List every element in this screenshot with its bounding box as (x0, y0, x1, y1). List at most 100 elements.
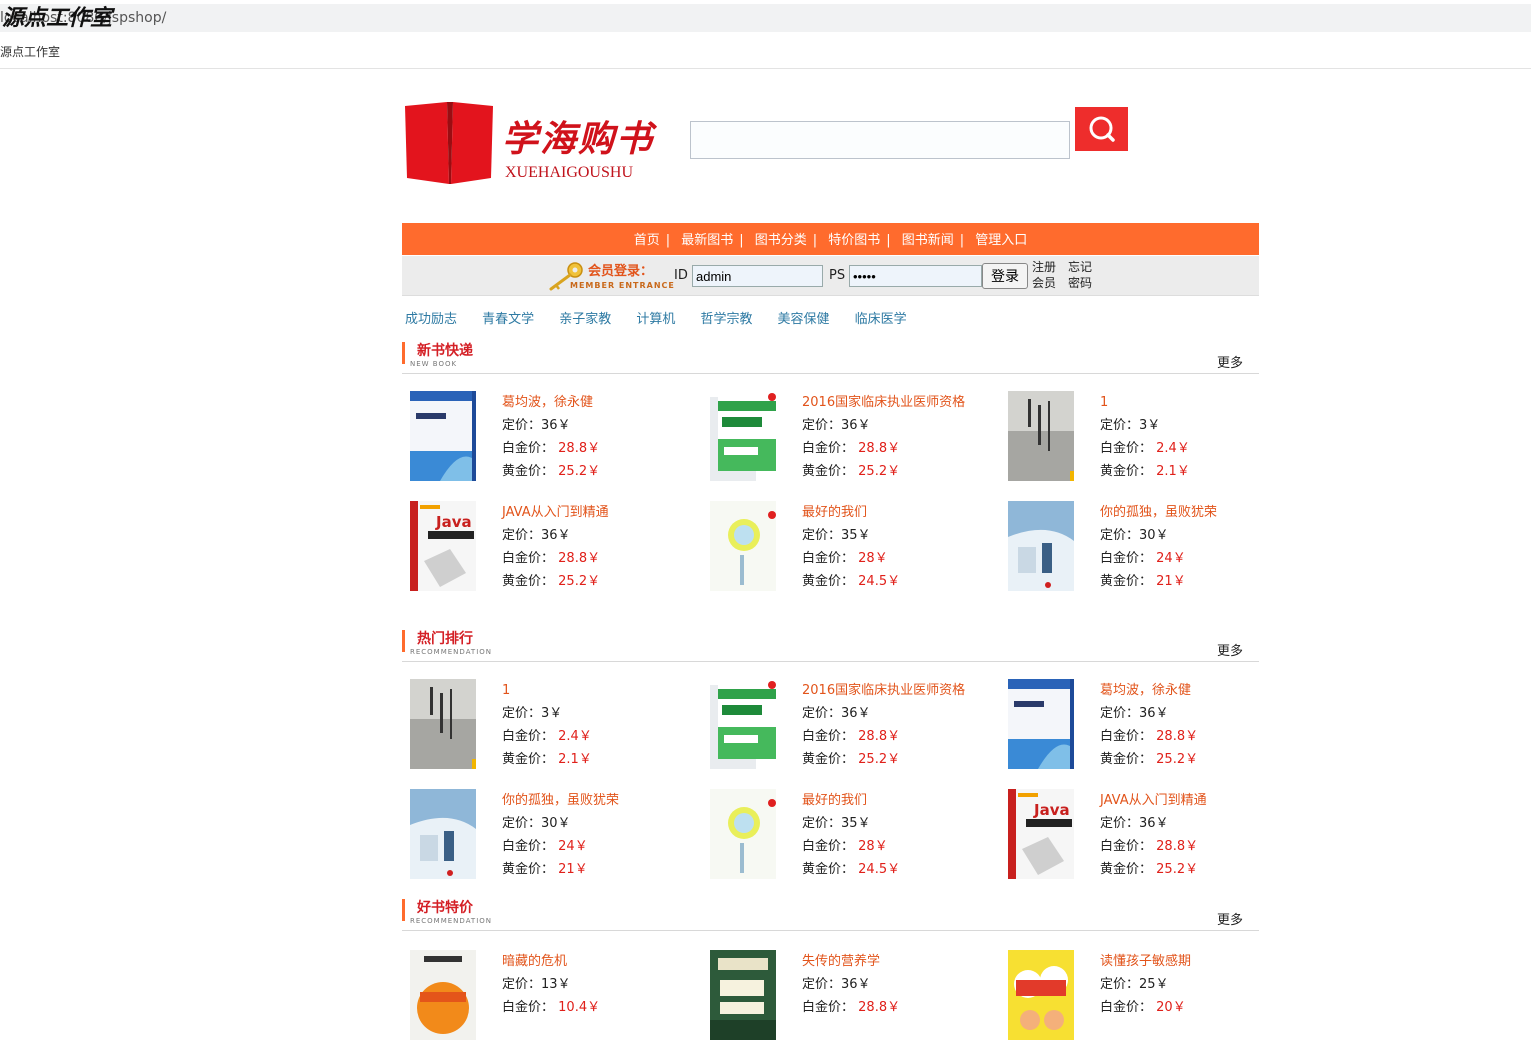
id-label: ID (674, 268, 688, 283)
login-button[interactable]: 登录 (982, 263, 1028, 289)
book-cover-image[interactable] (1008, 950, 1074, 1040)
nav-categories[interactable]: 图书分类 (749, 233, 813, 248)
book-title-link[interactable]: JAVA从入门到精通 (502, 501, 609, 524)
book-cover-image[interactable]: Java (410, 501, 476, 591)
gold-price: 黄金价： 21￥ (1100, 574, 1186, 589)
watermark-text: 源点工作室 (2, 6, 113, 31)
list-price: 定价：36￥ (502, 418, 571, 433)
book-title-link[interactable]: 最好的我们 (802, 501, 900, 524)
platinum-price: 白金价： 24￥ (1100, 551, 1186, 566)
book-item[interactable]: 1 定价：3￥ 白金价： 2.4￥ 黄金价： 2.1￥ (1008, 391, 1298, 487)
book-title-link[interactable]: 你的孤独，虽败犹荣 (502, 789, 619, 812)
more-link[interactable]: 更多 (1217, 640, 1243, 659)
platinum-price: 白金价： 28.8￥ (802, 1000, 901, 1015)
category-link[interactable]: 计算机 (636, 312, 675, 327)
book-item[interactable]: 最好的我们 定价：35￥ 白金价： 28￥ 黄金价： 24.5￥ (710, 501, 1000, 597)
book-cover-image[interactable] (710, 789, 776, 879)
book-item[interactable]: 葛均波，徐永健 定价：36￥ 白金价： 28.8￥ 黄金价： 25.2￥ (1008, 679, 1298, 775)
book-title-link[interactable]: 1 (502, 679, 592, 702)
category-link[interactable]: 青春文学 (482, 312, 534, 327)
section-header-specials: 好书特价 RECOMMENDATION 更多 (402, 897, 1259, 931)
category-link[interactable]: 亲子家教 (559, 312, 611, 327)
book-item[interactable]: 1 定价：3￥ 白金价： 2.4￥ 黄金价： 2.1￥ (410, 679, 700, 775)
login-subtitle: MEMBER ENTRANCE (570, 281, 675, 290)
section-subtitle: RECOMMENDATION (410, 917, 493, 925)
list-price: 定价：35￥ (802, 528, 871, 543)
book-title-link[interactable]: 最好的我们 (802, 789, 900, 812)
book-title-link[interactable]: 2016国家临床执业医师资格 (802, 679, 965, 702)
book-title-link[interactable]: JAVA从入门到精通 (1100, 789, 1207, 812)
book-item[interactable]: 葛均波，徐永健 定价：36￥ 白金价： 28.8￥ 黄金价： 25.2￥ (410, 391, 700, 487)
nav-new-books[interactable]: 最新图书 (675, 233, 739, 248)
book-cover-image[interactable] (710, 950, 776, 1040)
category-link[interactable]: 临床医学 (855, 312, 907, 327)
book-cover-image[interactable] (410, 679, 476, 769)
book-item[interactable]: Java JAVA从入门到精通 定价：36￥ 白金价： 28.8￥ 黄金价： 2… (1008, 789, 1298, 885)
gold-price: 黄金价： 25.2￥ (502, 574, 601, 589)
book-cover-image[interactable] (710, 501, 776, 591)
book-cover-image[interactable] (1008, 391, 1074, 481)
book-title-link[interactable]: 暗藏的危机 (502, 950, 600, 973)
id-input[interactable] (692, 265, 823, 287)
book-title-link[interactable]: 葛均波，徐永健 (1100, 679, 1198, 702)
gold-price: 黄金价： 25.2￥ (1100, 752, 1199, 767)
book-cover-image[interactable] (1008, 501, 1074, 591)
tab-title: 源点工作室 (0, 45, 61, 59)
category-link[interactable]: 哲学宗教 (700, 312, 752, 327)
list-price: 定价：30￥ (502, 816, 571, 831)
book-item[interactable]: 读懂孩子敏感期 定价：25￥ 白金价： 20￥ (1008, 950, 1298, 1046)
book-title-link[interactable]: 葛均波，徐永健 (502, 391, 600, 414)
platinum-price: 白金价： 20￥ (1100, 1000, 1186, 1015)
book-item[interactable]: 失传的营养学 定价：36￥ 白金价： 28.8￥ (710, 950, 1000, 1046)
book-title-link[interactable]: 2016国家临床执业医师资格 (802, 391, 965, 414)
gold-price: 黄金价： 21￥ (502, 862, 588, 877)
book-item[interactable]: 最好的我们 定价：35￥ 白金价： 28￥ 黄金价： 24.5￥ (710, 789, 1000, 885)
address-bar[interactable]: localhost:8080/jspshop/ (0, 4, 1531, 32)
search-button[interactable] (1075, 107, 1128, 151)
book-item[interactable]: 2016国家临床执业医师资格 定价：36￥ 白金价： 28.8￥ 黄金价： 25… (710, 391, 1000, 487)
book-cover-image[interactable] (410, 391, 476, 481)
search-input[interactable] (690, 121, 1070, 159)
book-title-link[interactable]: 你的孤独，虽败犹荣 (1100, 501, 1217, 524)
book-title-link[interactable]: 失传的营养学 (802, 950, 900, 973)
list-price: 定价：36￥ (802, 418, 871, 433)
book-cover-image[interactable] (410, 950, 476, 1040)
section-subtitle: RECOMMENDATION (410, 648, 493, 656)
book-cover-image[interactable] (410, 789, 476, 879)
book-cover-image[interactable] (710, 679, 776, 769)
list-price: 定价：36￥ (1100, 706, 1169, 721)
logo-title: 学海购书 (502, 118, 655, 160)
platinum-price: 白金价： 28￥ (802, 839, 888, 854)
gold-price: 黄金价： 2.1￥ (502, 752, 592, 767)
forgot-password-link[interactable]: 忘记密码 (1067, 259, 1093, 291)
section-header-new-books: 新书快递 NEW BOOK 更多 (402, 340, 1259, 374)
list-price: 定价：3￥ (1100, 418, 1161, 433)
nav-news[interactable]: 图书新闻 (896, 233, 960, 248)
category-link[interactable]: 成功励志 (405, 312, 457, 327)
more-link[interactable]: 更多 (1217, 352, 1243, 371)
platinum-price: 白金价： 24￥ (502, 839, 588, 854)
book-cover-image[interactable] (1008, 679, 1074, 769)
password-input[interactable] (849, 265, 982, 287)
list-price: 定价：36￥ (802, 977, 871, 992)
book-cover-image[interactable] (710, 391, 776, 481)
list-price: 定价：13￥ (502, 977, 571, 992)
svg-text:Java: Java (1033, 801, 1070, 819)
book-title-link[interactable]: 1 (1100, 391, 1190, 414)
nav-home[interactable]: 首页 (628, 233, 666, 248)
book-item[interactable]: Java JAVA从入门到精通 定价：36￥ 白金价： 28.8￥ 黄金价： 2… (410, 501, 700, 597)
book-cover-image[interactable]: Java (1008, 789, 1074, 879)
nav-special-offers[interactable]: 特价图书 (822, 233, 886, 248)
register-link[interactable]: 注册会员 (1031, 259, 1057, 291)
list-price: 定价：3￥ (502, 706, 563, 721)
more-link[interactable]: 更多 (1217, 909, 1243, 928)
category-link[interactable]: 美容保健 (778, 312, 830, 327)
nav-admin[interactable]: 管理入口 (969, 233, 1033, 248)
book-item[interactable]: 2016国家临床执业医师资格 定价：36￥ 白金价： 28.8￥ 黄金价： 25… (710, 679, 1000, 775)
platinum-price: 白金价： 28.8￥ (802, 729, 901, 744)
book-item[interactable]: 你的孤独，虽败犹荣 定价：30￥ 白金价： 24￥ 黄金价： 21￥ (410, 789, 700, 885)
list-price: 定价：36￥ (502, 528, 571, 543)
book-item[interactable]: 暗藏的危机 定价：13￥ 白金价： 10.4￥ (410, 950, 700, 1046)
book-title-link[interactable]: 读懂孩子敏感期 (1100, 950, 1191, 973)
book-item[interactable]: 你的孤独，虽败犹荣 定价：30￥ 白金价： 24￥ 黄金价： 21￥ (1008, 501, 1298, 597)
